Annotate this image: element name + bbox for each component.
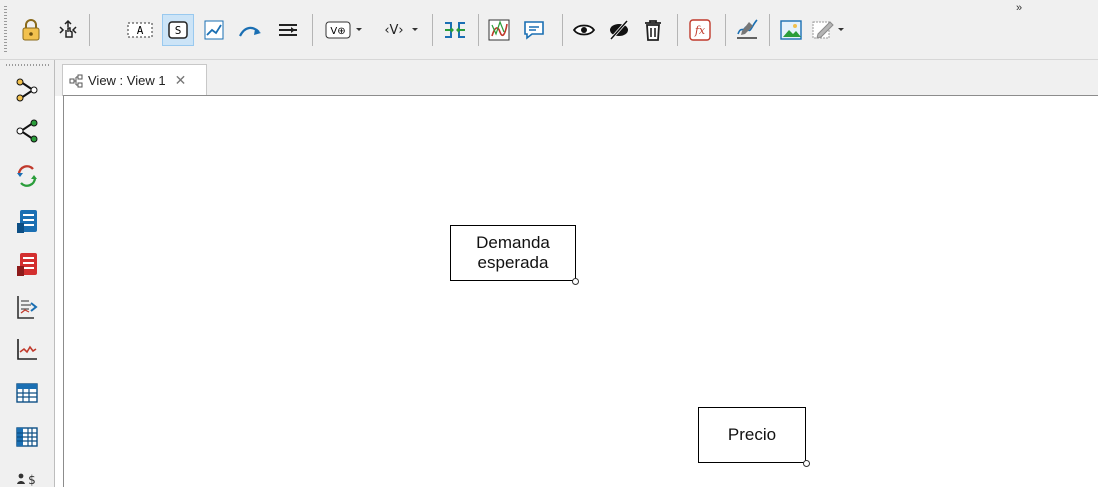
diagram-canvas[interactable]: Demanda esperada Precio (63, 95, 1098, 487)
lock-icon[interactable] (15, 14, 47, 46)
variable-node-precio[interactable]: Precio (698, 407, 806, 463)
table-grid-icon[interactable] (8, 420, 46, 454)
variable-add-icon[interactable]: V⊕ (324, 14, 372, 46)
node-resize-handle[interactable] (572, 278, 579, 285)
align-lines-icon[interactable] (272, 14, 304, 46)
document-red-icon[interactable] (8, 247, 46, 281)
variable-dropdown-icon[interactable]: ‹V› (378, 14, 426, 46)
tab-view-1[interactable]: View : View 1 ✕ (62, 64, 207, 96)
toolbar-s-label: S (175, 24, 182, 37)
comment-icon[interactable] (518, 14, 550, 46)
signature-icon[interactable] (731, 14, 763, 46)
toolbar-overflow-chevron[interactable]: » (1016, 2, 1022, 14)
toolbar-fx-label: fx (694, 24, 706, 37)
tab-label: View : View 1 (88, 73, 166, 88)
show-eye-icon[interactable] (568, 14, 600, 46)
view-diagram-icon (69, 74, 83, 87)
merge-arrows-icon[interactable] (439, 14, 471, 46)
main-toolbar: A S V⊕ ‹V› fx » (0, 0, 1098, 60)
view-tab-strip: View : View 1 ✕ (55, 60, 1098, 96)
connector-arrow-icon[interactable] (235, 14, 267, 46)
image-icon[interactable] (775, 14, 807, 46)
pan-move-icon[interactable] (52, 14, 84, 46)
text-box-a-icon[interactable]: A (124, 14, 156, 46)
variable-node-demanda-esperada[interactable]: Demanda esperada (450, 225, 576, 281)
left-palette: $ (0, 60, 55, 487)
line-chart-icon[interactable] (198, 14, 230, 46)
share-nodes-icon[interactable] (8, 114, 46, 148)
cycle-icon[interactable] (8, 159, 46, 193)
graph-icon[interactable] (483, 14, 515, 46)
stock-s-icon[interactable]: S (162, 14, 194, 46)
tree-expand-icon[interactable] (8, 73, 46, 107)
toolbar-grip[interactable] (4, 6, 7, 54)
svg-text:$: $ (28, 473, 36, 487)
list-chart-icon[interactable] (8, 290, 46, 324)
toolbar-a-label: A (137, 24, 144, 37)
close-icon[interactable]: ✕ (175, 72, 187, 89)
palette-grip[interactable] (6, 64, 50, 66)
document-blue-icon[interactable] (8, 204, 46, 238)
node-label: Precio (727, 425, 777, 444)
node-resize-handle[interactable] (803, 460, 810, 467)
table-icon[interactable] (8, 376, 46, 410)
trash-icon[interactable] (637, 14, 669, 46)
node-label: Demanda esperada (476, 233, 550, 272)
toolbar-v-add-label: V⊕ (330, 26, 345, 37)
hide-eye-icon[interactable] (603, 14, 635, 46)
edit-shape-icon[interactable] (810, 14, 856, 46)
toolbar-v-label: ‹V› (384, 23, 403, 38)
person-dollar-icon[interactable]: $ (8, 460, 46, 494)
line-graph-icon[interactable] (8, 332, 46, 366)
function-fx-icon[interactable]: fx (684, 14, 716, 46)
